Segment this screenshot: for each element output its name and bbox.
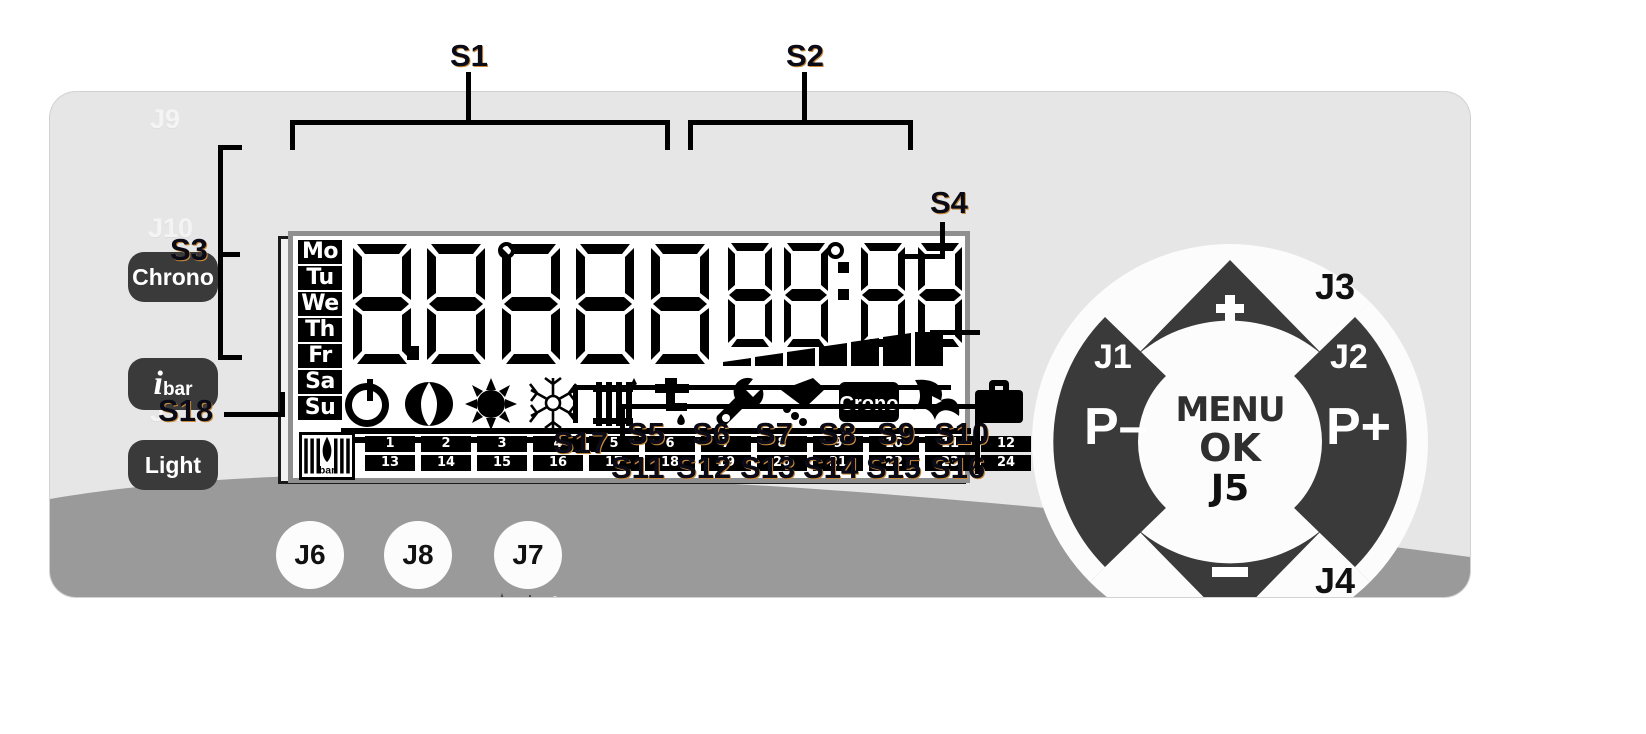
lead-s2-h xyxy=(688,120,913,125)
main-digit-2 xyxy=(421,240,491,368)
lead-s1-r xyxy=(665,120,670,150)
hour-cell: 15 xyxy=(477,455,527,471)
callout-s6: S6 xyxy=(692,416,730,451)
power-level-bargraph xyxy=(723,332,943,366)
callout-s18: S18 xyxy=(158,393,214,428)
lead-s5s16-l xyxy=(620,404,625,436)
lead-s18-v xyxy=(280,392,285,417)
power-icon xyxy=(341,376,393,428)
main-digit-3 xyxy=(496,240,566,368)
lead-s3-t xyxy=(218,145,242,150)
season-button-icons xyxy=(480,592,578,597)
decimal-point xyxy=(407,346,419,360)
j5-key-label: J5 xyxy=(1210,468,1250,509)
control-panel: J9 J10 J11 Chrono i bar Light J6 J8 J7 P… xyxy=(50,92,1470,597)
main-numeric-display xyxy=(347,240,715,368)
callout-s2: S2 xyxy=(786,38,824,73)
hour-cell: 3 xyxy=(477,436,527,452)
reset-button-key: J8 xyxy=(402,539,434,570)
lead-s5s16-r xyxy=(975,404,980,474)
lead-s3-v xyxy=(218,145,223,360)
hour-cell: 1 xyxy=(365,436,415,452)
season-button[interactable]: J7 xyxy=(494,521,562,589)
callout-s7: S7 xyxy=(755,416,793,451)
callout-s9: S9 xyxy=(877,416,915,451)
callout-s12: S12 xyxy=(676,450,732,485)
lead-s17-v xyxy=(573,385,578,423)
callout-s15: S15 xyxy=(866,450,922,485)
callout-s14: S14 xyxy=(803,450,859,485)
callout-s3: S3 xyxy=(170,232,208,267)
callout-s13: S13 xyxy=(740,450,796,485)
light-button-label: Light xyxy=(144,451,202,478)
lead-s3-b xyxy=(218,355,242,360)
day-flag-tu: Tu xyxy=(298,266,342,290)
sun-icon xyxy=(465,376,517,428)
main-digit-4 xyxy=(570,240,640,368)
callout-s5: S5 xyxy=(627,416,665,451)
day-flag-mo: Mo xyxy=(298,240,342,264)
menu-ok-button[interactable]: MENU OK J5 xyxy=(1150,390,1310,509)
boiler-pressure-icon: bar xyxy=(299,432,355,480)
snowflake-icon xyxy=(527,376,579,428)
lead-s18-h xyxy=(224,412,284,417)
menu-label: MENU xyxy=(1175,390,1285,430)
callout-s17: S17 xyxy=(553,425,609,460)
power-button[interactable]: J6 xyxy=(276,521,344,589)
lead-s1-v xyxy=(466,72,471,124)
day-flag-fr: Fr xyxy=(298,344,342,368)
hour-cell: 14 xyxy=(421,455,471,471)
flame-icon xyxy=(403,376,455,428)
lead-s5s16-h xyxy=(620,404,980,409)
day-flag-su: Su xyxy=(298,396,342,420)
day-flags-group: Mo Tu We Th Fr Sa Su xyxy=(298,240,342,422)
day-flag-we: We xyxy=(298,292,342,316)
hour-cell: 2 xyxy=(421,436,471,452)
lead-s2-v xyxy=(802,72,807,124)
callout-s8: S8 xyxy=(818,416,856,451)
season-button-key: J7 xyxy=(512,539,544,570)
snowflake-small-icon xyxy=(553,596,557,597)
day-flag-sa: Sa xyxy=(298,370,342,394)
ok-label: OK xyxy=(1199,426,1261,470)
reset-button[interactable]: J8 xyxy=(384,521,452,589)
callout-s1: S1 xyxy=(450,38,488,73)
light-button[interactable]: Light xyxy=(128,440,218,490)
callout-s11: S11 xyxy=(611,450,665,485)
jlabel-j9: J9 xyxy=(150,104,181,134)
lead-s17-h xyxy=(573,385,951,390)
lead-s2-r xyxy=(908,120,913,150)
lead-s1-l xyxy=(290,120,295,150)
lead-s2-l xyxy=(688,120,693,150)
lead-s1-h xyxy=(290,120,670,125)
callout-s4: S4 xyxy=(930,185,968,220)
lead-s10-v xyxy=(930,330,935,342)
hour-cell: 13 xyxy=(365,455,415,471)
lead-s10-h xyxy=(930,330,980,335)
degree-symbol xyxy=(498,242,515,259)
svg-text:bar: bar xyxy=(319,465,335,477)
sun-small-icon xyxy=(490,592,514,597)
power-button-key: J6 xyxy=(294,539,326,570)
lead-s4-v xyxy=(940,222,945,258)
day-flag-th: Th xyxy=(298,318,342,342)
clock-degree-symbol xyxy=(827,242,844,259)
lead-s4-h xyxy=(903,254,945,259)
navigation-keypad: J1 P– J2 P+ J3 J4 MENU OK J5 xyxy=(1030,242,1430,597)
hour-cell: 24 xyxy=(981,455,1031,471)
callout-s10: S10 xyxy=(934,416,990,451)
main-digit-5 xyxy=(645,240,715,368)
